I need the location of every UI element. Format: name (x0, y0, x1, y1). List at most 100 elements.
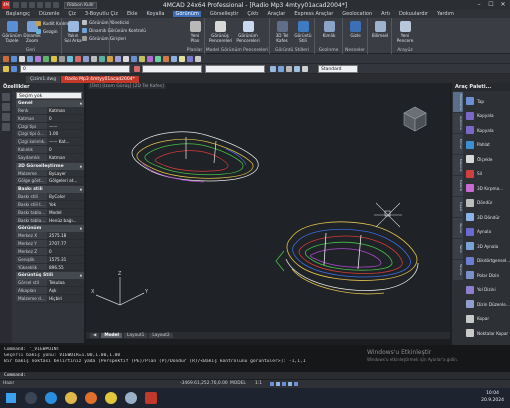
polyline-icon[interactable] (11, 56, 17, 62)
palette-tab[interactable]: Modelleme (453, 92, 463, 112)
tab-cikti[interactable]: Çıktı (247, 11, 258, 17)
palette-tool-item[interactable]: Pahlat (466, 139, 510, 151)
palette-tool-item[interactable]: Ölçekle (466, 153, 510, 165)
layer-combo[interactable]: 0 (20, 65, 130, 73)
linetype-combo[interactable] (205, 65, 265, 73)
move-icon[interactable] (75, 56, 81, 62)
palette-tab[interactable]: Tarama (453, 260, 463, 280)
view-cube-icon[interactable] (403, 106, 427, 132)
new-file-icon[interactable] (13, 2, 19, 8)
property-value[interactable]: Model (47, 208, 84, 216)
scale-icon[interactable] (91, 56, 97, 62)
break-icon[interactable] (187, 56, 193, 62)
palette-tool-item[interactable]: Aynala (466, 226, 510, 238)
osnap-icon[interactable] (294, 382, 298, 386)
palette-tab[interactable]: İnşaat (453, 197, 463, 217)
property-row[interactable]: Malzeme ByLayer (16, 169, 84, 178)
palette-tab[interactable]: Açıklama (453, 113, 463, 133)
tab-layout2[interactable]: Layout2 (149, 333, 173, 338)
tab-duzenle[interactable]: Düzenle (39, 11, 59, 17)
windows-start-icon[interactable] (2, 389, 20, 407)
property-value[interactable]: —— Kat... (47, 138, 84, 145)
dimension-icon[interactable] (59, 56, 65, 62)
layer-icon[interactable] (3, 66, 9, 72)
tab-layout1[interactable]: Layout1 (124, 333, 148, 338)
tab-gorsellestir[interactable]: Görselleştir (210, 11, 239, 17)
print-icon[interactable] (37, 2, 43, 8)
property-row[interactable]: Katman 0 (16, 114, 84, 123)
palette-tool-item[interactable]: Kopyala (466, 124, 510, 136)
property-row[interactable]: Baskı stili ByColor (16, 193, 84, 201)
yeni-plan-button[interactable]: Yeni Plan (187, 21, 203, 43)
ie-browser-icon[interactable] (42, 389, 60, 407)
viewport-label[interactable]: [Üst] [Izom Görüş] [2D Tel Kafes] (88, 84, 166, 89)
palette-tool-item[interactable]: Dizin Düzenle... (466, 298, 510, 310)
doc-tab-drawing1[interactable]: Çizim1.dwg (26, 76, 61, 83)
palette-tab[interactable]: Yapısal (453, 218, 463, 238)
property-row[interactable]: Merkez X 2575.18 (16, 232, 84, 241)
palette-tool-item[interactable]: Sil (466, 168, 510, 180)
palette-tool-item[interactable]: Döndür (466, 197, 510, 209)
property-row[interactable]: Alkaplan Aşk (16, 287, 84, 295)
property-value[interactable]: 896.55 (47, 263, 84, 271)
text-style-icon[interactable] (270, 66, 276, 72)
gezgin-button[interactable]: Gezgin (36, 29, 58, 34)
model-toggle[interactable]: MODEL (230, 380, 246, 388)
palette-tool-item[interactable]: Tap (466, 95, 510, 107)
save-icon[interactable] (29, 2, 35, 8)
property-value[interactable]: Hiçbiri (47, 294, 84, 302)
property-row[interactable]: Çizgi kalınlık... —— Kat... (16, 138, 84, 146)
property-value[interactable]: ByLayer (47, 169, 84, 177)
search-taskbar-icon[interactable] (22, 389, 40, 407)
goruntu-stili-button[interactable]: Görüntü Stili (293, 21, 313, 43)
yakin-sol-arka-button[interactable]: Yakın Sol Arka (64, 21, 82, 43)
property-row[interactable]: Çizgi tipi ö... 1.00 (16, 130, 84, 139)
property-row[interactable]: Yükseklik 896.55 (16, 263, 84, 272)
system-clock[interactable]: 10:04 20.9.2024 (481, 390, 504, 404)
property-value[interactable]: Katman (47, 153, 84, 161)
rotate-icon[interactable] (83, 56, 89, 62)
tab-baslangic[interactable]: Başlangıç (6, 11, 30, 17)
property-row[interactable]: Merkez Y 2707.77 (16, 240, 84, 248)
stretch-icon[interactable] (179, 56, 185, 62)
dim-style-icon[interactable] (278, 66, 284, 72)
maximize-icon[interactable]: ☐ (485, 0, 497, 10)
gorunum-pencereleri-button[interactable]: Görünüm Pencereleri (235, 21, 261, 43)
tab-ekle[interactable]: Ekle (127, 11, 138, 17)
file-explorer-icon[interactable] (62, 389, 80, 407)
properties-section-header[interactable]: Baskı stili (16, 186, 84, 194)
4mcad-taskbar-icon[interactable] (142, 389, 160, 407)
yeni-pencere-button[interactable]: Yeni Pencere (395, 21, 415, 43)
hatch-icon[interactable] (43, 56, 49, 62)
kimlik-button[interactable]: Kimlik (319, 21, 339, 38)
radio-model-upper[interactable] (131, 131, 259, 183)
gizle-button[interactable]: Gizle (346, 21, 365, 38)
property-row[interactable]: Malzeme d... Hiçbiri (16, 294, 84, 303)
copy-icon[interactable] (171, 56, 177, 62)
palette-tool-item[interactable]: 3D Kırpma... (466, 182, 510, 194)
text-icon[interactable] (51, 56, 57, 62)
color-icon[interactable] (134, 66, 140, 72)
property-value[interactable]: 2707.77 (47, 240, 84, 247)
property-value[interactable]: 1575.31 (47, 255, 84, 263)
property-row[interactable]: Saydamlık Katman (16, 153, 84, 162)
property-row[interactable]: Baskı tablo... Model (16, 208, 84, 217)
open-file-icon[interactable] (21, 2, 27, 8)
property-row[interactable]: Renk Katman (16, 107, 84, 115)
property-value[interactable]: 0 (47, 114, 84, 122)
palette-tool-item[interactable]: Noktalar Kopar (466, 327, 510, 339)
palette-tool-item[interactable]: Dikdörtgensel... (466, 255, 510, 267)
polar-icon[interactable] (288, 382, 292, 386)
grid-icon[interactable] (276, 382, 280, 386)
tab-model[interactable]: Model (101, 333, 123, 338)
gorunum-tazele-button[interactable]: Görünüm Tazele (2, 21, 22, 43)
property-value[interactable]: Aşk (47, 287, 84, 294)
property-value[interactable]: 2575.18 (47, 232, 84, 240)
palette-tool-item[interactable]: Yol Dizini (466, 284, 510, 296)
multileader-icon[interactable] (294, 66, 300, 72)
tab-yardim[interactable]: Yardım (437, 11, 454, 17)
tab-geolocation[interactable]: Geolocation (342, 11, 372, 17)
tab-koyalla[interactable]: Koyalla (147, 11, 165, 17)
property-value[interactable]: 0 (47, 247, 84, 255)
fillet-icon[interactable] (131, 56, 137, 62)
